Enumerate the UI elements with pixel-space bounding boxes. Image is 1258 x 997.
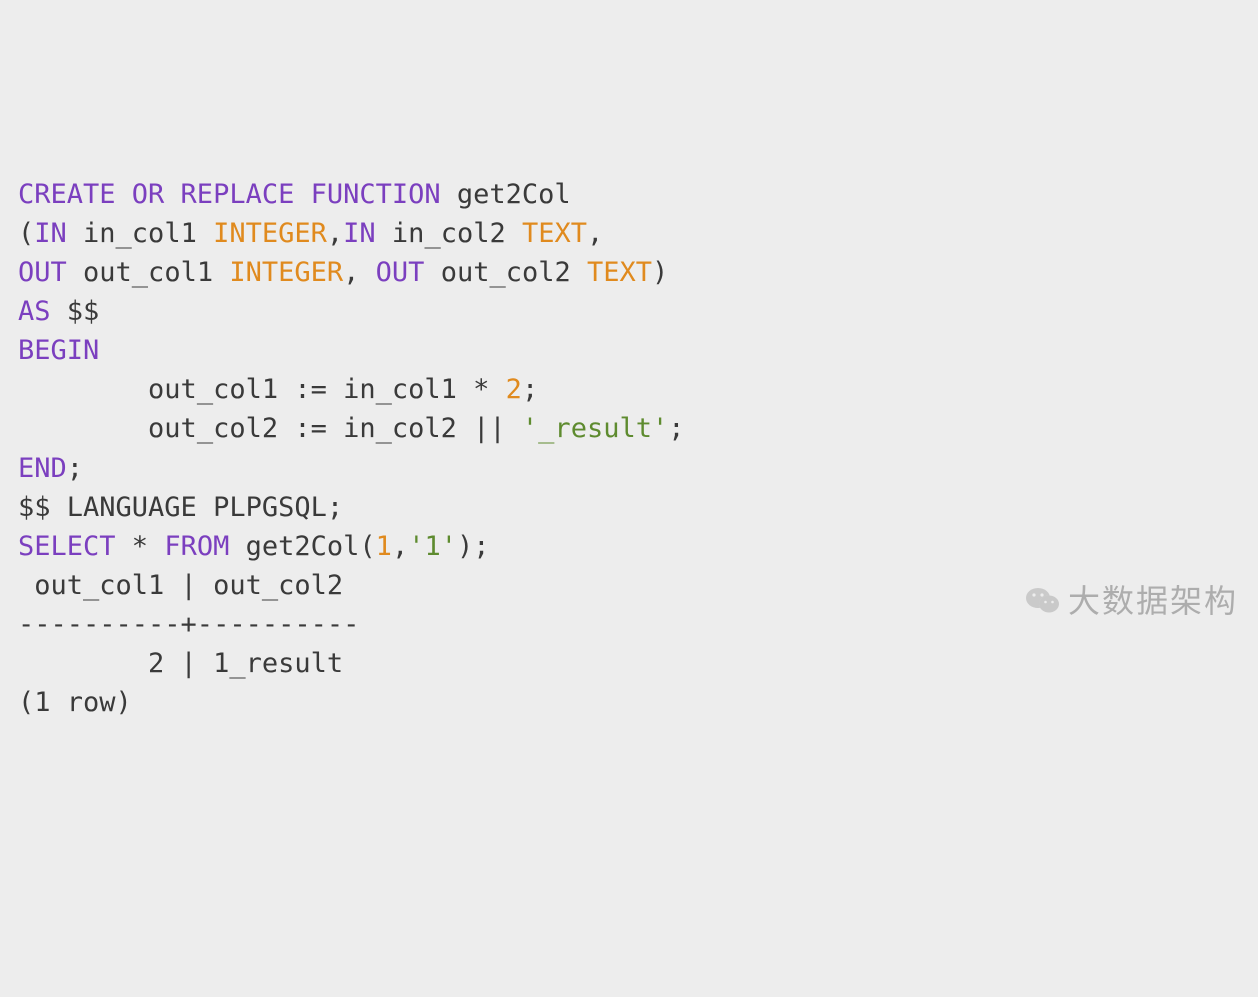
semicolon: ;: [668, 413, 684, 444]
semicolon: ;: [67, 453, 83, 484]
code-block: CREATE OR REPLACE FUNCTION get2Col (IN i…: [18, 175, 1240, 723]
keyword-as: AS: [18, 296, 51, 327]
number-literal: 1: [376, 531, 392, 562]
keyword-in: IN: [34, 218, 67, 249]
watermark: 大数据架构: [1024, 578, 1238, 624]
indent: [18, 413, 148, 444]
param: out_col2: [424, 257, 587, 288]
assignment: out_col1 := in_col1 *: [148, 374, 506, 405]
param: out_col1: [67, 257, 230, 288]
assignment: out_col2 := in_col2 ||: [148, 413, 522, 444]
result-footer: (1 row): [18, 687, 132, 718]
type-integer: INTEGER: [213, 218, 327, 249]
result-divider: ----------+----------: [18, 609, 359, 640]
number-literal: 2: [506, 374, 522, 405]
keyword-end: END: [18, 453, 67, 484]
keyword-out: OUT: [376, 257, 425, 288]
string-literal: '1': [408, 531, 457, 562]
comma: ,: [392, 531, 408, 562]
indent: [18, 374, 148, 405]
param: in_col1: [67, 218, 213, 249]
language-clause: $$ LANGUAGE PLPGSQL;: [18, 492, 343, 523]
watermark-text: 大数据架构: [1068, 578, 1238, 624]
comma: ,: [343, 257, 376, 288]
type-text: TEXT: [522, 218, 587, 249]
paren-close: ): [652, 257, 668, 288]
keyword-from: FROM: [164, 531, 229, 562]
result-row: 2 | 1_result: [18, 648, 343, 679]
param: in_col2: [376, 218, 522, 249]
keyword-in: IN: [343, 218, 376, 249]
keyword-select: SELECT: [18, 531, 116, 562]
keyword-begin: BEGIN: [18, 335, 99, 366]
semicolon: ;: [522, 374, 538, 405]
keyword: CREATE OR REPLACE FUNCTION: [18, 179, 441, 210]
string-literal: '_result': [522, 413, 668, 444]
paren-open: (: [18, 218, 34, 249]
dollar-quote: $$: [51, 296, 100, 327]
type-text: TEXT: [587, 257, 652, 288]
comma: ,: [327, 218, 343, 249]
call-close: );: [457, 531, 490, 562]
star: *: [116, 531, 165, 562]
wechat-icon: [1024, 582, 1062, 620]
comma: ,: [587, 218, 603, 249]
call-open: get2Col(: [229, 531, 375, 562]
keyword-out: OUT: [18, 257, 67, 288]
type-integer: INTEGER: [229, 257, 343, 288]
function-name: get2Col: [441, 179, 571, 210]
result-header: out_col1 | out_col2: [18, 570, 359, 601]
